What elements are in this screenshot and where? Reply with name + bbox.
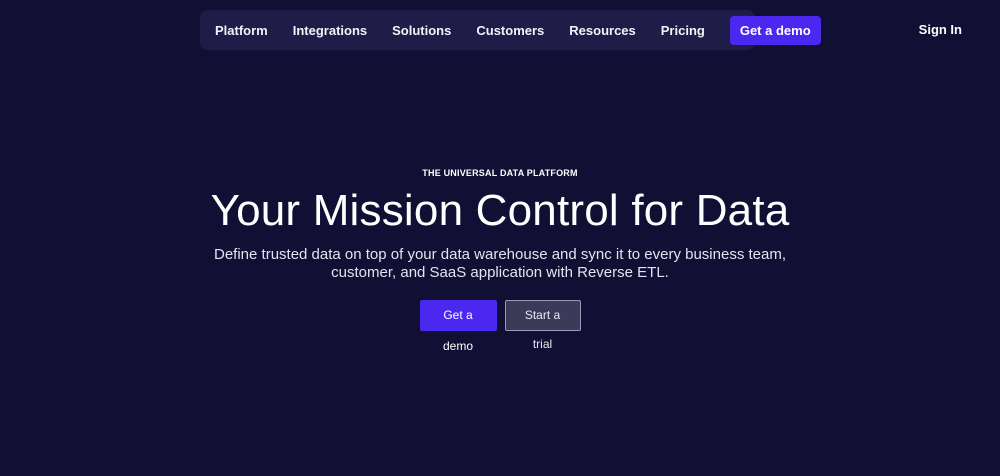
nav-item-customers[interactable]: Customers: [476, 23, 544, 38]
landing-page: Platform Integrations Solutions Customer…: [0, 0, 1000, 476]
nav-get-demo-button[interactable]: Get a demo: [729, 15, 821, 45]
hero-subhead: Define trusted data on top of your data …: [214, 246, 786, 281]
nav-item-platform[interactable]: Platform: [215, 23, 268, 38]
hero-cta-row: Get a demo Start a trial: [0, 300, 1000, 353]
start-trial-button[interactable]: Start a trial: [504, 300, 581, 351]
hero-headline: Your Mission Control for Data: [210, 186, 790, 235]
hero-section: THE UNIVERSAL DATA PLATFORM Your Mission…: [0, 168, 1000, 353]
nav-item-integrations[interactable]: Integrations: [293, 23, 367, 38]
nav-item-resources[interactable]: Resources: [569, 23, 635, 38]
nav-item-solutions[interactable]: Solutions: [392, 23, 451, 38]
nav-item-pricing[interactable]: Pricing: [661, 23, 705, 38]
hero-eyebrow: THE UNIVERSAL DATA PLATFORM: [422, 168, 578, 178]
top-nav: Platform Integrations Solutions Customer…: [200, 10, 821, 50]
get-demo-button[interactable]: Get a demo: [419, 300, 497, 353]
sign-in-link[interactable]: Sign In: [919, 22, 962, 37]
